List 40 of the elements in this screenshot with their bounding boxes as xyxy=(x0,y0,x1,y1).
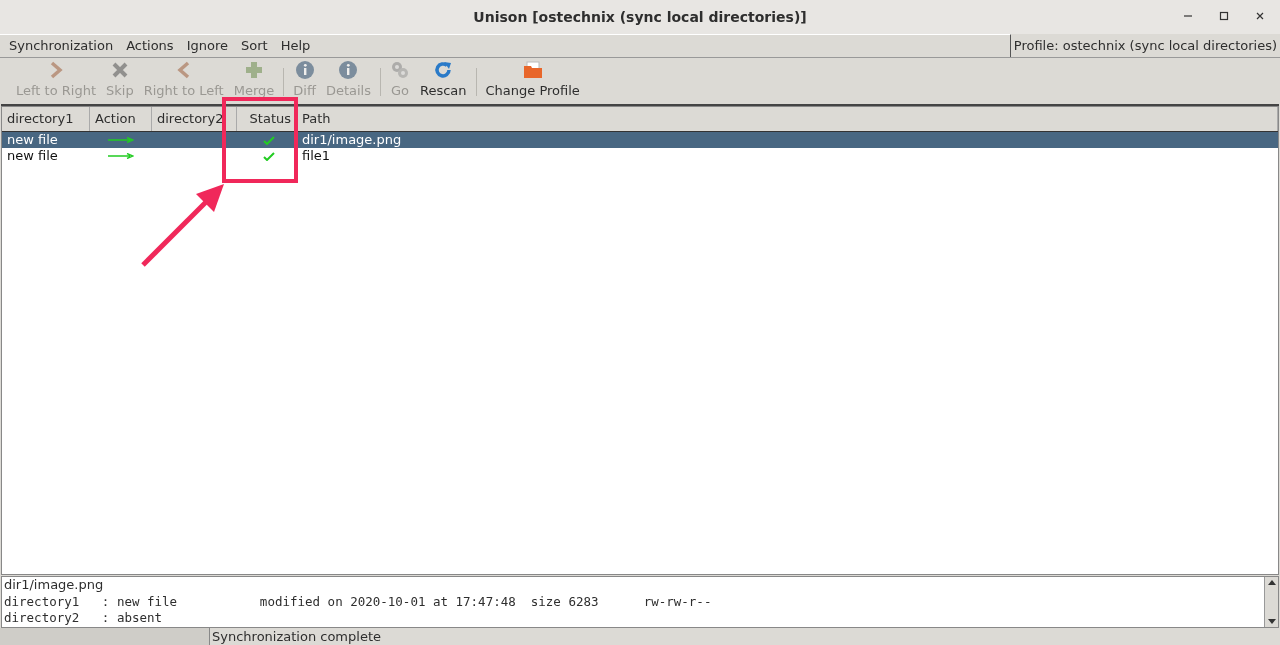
profile-label: Profile: ostechnix (sync local directories) xyxy=(1012,36,1278,55)
cross-icon xyxy=(110,60,129,79)
table-cell-text: dir1/image.png xyxy=(301,131,403,150)
scrollbar[interactable] xyxy=(1264,577,1278,627)
info-icon xyxy=(338,59,359,80)
column-header[interactable]: Action xyxy=(90,107,152,131)
table-cell-text: new file xyxy=(6,131,59,150)
menu-item[interactable]: Synchronization xyxy=(9,36,114,56)
gears-icon xyxy=(389,59,410,80)
scroll-up-icon[interactable] xyxy=(1267,579,1276,585)
column-header[interactable]: directory1 xyxy=(2,107,90,131)
table-row[interactable]: new file dir1/image.png xyxy=(2,132,1278,148)
column-header[interactable]: Path xyxy=(297,107,1278,131)
toolbar-button[interactable]: Change Profile xyxy=(480,58,585,100)
toolbar-button[interactable]: Rescan xyxy=(414,58,472,100)
checkmark-icon xyxy=(263,135,275,145)
info-icon xyxy=(294,59,315,80)
arrow-right-icon xyxy=(108,153,134,159)
refresh-icon xyxy=(433,59,454,80)
window-title: Unison [ostechnix (sync local directories)] xyxy=(473,7,807,27)
menu-item[interactable]: Actions xyxy=(126,36,174,56)
chevron-right-icon xyxy=(49,60,63,79)
arrow-right-icon xyxy=(108,137,134,143)
checkmark-icon xyxy=(263,151,275,161)
details-line: directory1 : new file modified on 2020-10-01 at 17:47:48 size 6283 rw-rw-r-- xyxy=(3,593,713,610)
scroll-down-icon[interactable] xyxy=(1267,619,1276,625)
menu-item[interactable]: Sort xyxy=(241,36,268,56)
column-header[interactable]: directory2 xyxy=(152,107,237,131)
table-row[interactable]: new file file1 xyxy=(2,148,1278,164)
column-header[interactable]: Status xyxy=(237,107,297,131)
status-message: Synchronization complete xyxy=(212,628,381,645)
details-line: directory2 : absent xyxy=(3,610,164,627)
menu-item[interactable]: Ignore xyxy=(186,36,228,56)
table-cell-text: new file xyxy=(6,147,59,166)
table-cell-text: file1 xyxy=(301,147,332,166)
details-line: dir1/image.png xyxy=(3,577,105,594)
chevron-left-icon xyxy=(176,60,191,79)
menu-item[interactable]: Help xyxy=(280,36,311,56)
plus-icon xyxy=(245,60,263,79)
folder-icon xyxy=(522,59,543,80)
